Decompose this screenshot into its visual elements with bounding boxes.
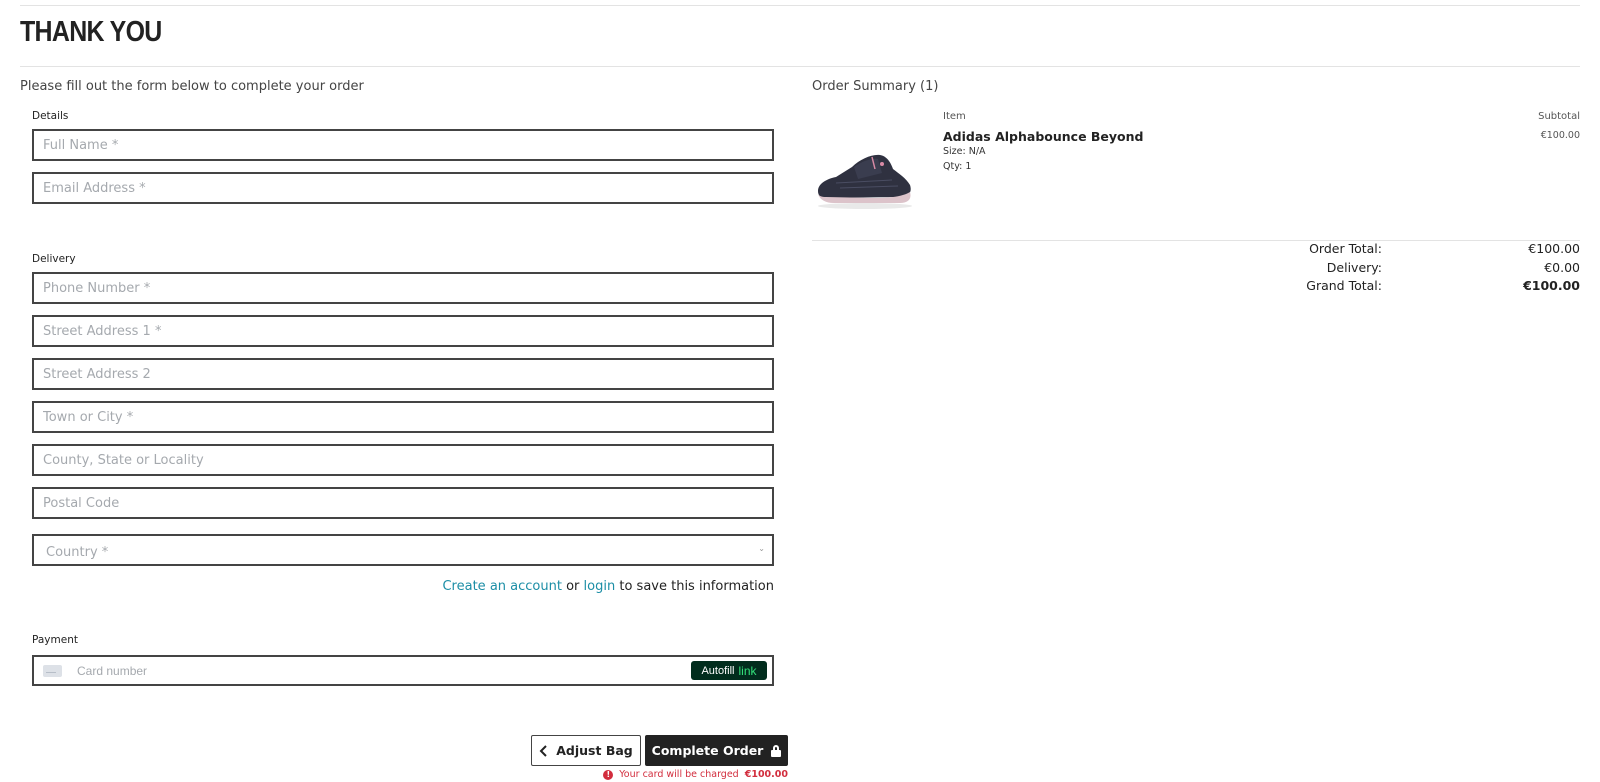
- order-total-label: Order Total:: [1309, 241, 1382, 256]
- order-total-value: €100.00: [1528, 241, 1580, 256]
- save-info-or: or: [566, 579, 580, 594]
- order-summary-title: Order Summary (1): [812, 79, 939, 94]
- create-account-link[interactable]: Create an account: [442, 579, 561, 594]
- email-field[interactable]: [32, 172, 774, 204]
- card-number-field[interactable]: Card number Autofill link: [32, 655, 774, 686]
- warning-icon: !: [603, 769, 614, 780]
- town-city-input[interactable]: [34, 403, 772, 431]
- phone-input[interactable]: [34, 274, 772, 302]
- page-title: THANK YOU: [20, 16, 162, 48]
- postal-code-input[interactable]: [34, 489, 772, 517]
- details-section-label: Details: [32, 110, 69, 122]
- charge-amount: €100.00: [744, 769, 788, 780]
- street-address-2-field[interactable]: [32, 358, 774, 390]
- top-divider: [20, 5, 1580, 6]
- complete-order-label: Complete Order: [651, 743, 764, 758]
- country-select[interactable]: Country * ⌄: [32, 534, 774, 566]
- street-address-2-input[interactable]: [34, 360, 772, 388]
- product-subtotal: €100.00: [1540, 130, 1580, 141]
- delivery-cost-label: Delivery:: [1326, 260, 1382, 275]
- product-quantity: Qty: 1: [943, 161, 972, 172]
- adjust-bag-label: Adjust Bag: [556, 743, 633, 758]
- phone-field[interactable]: [32, 272, 774, 304]
- save-info-suffix: to save this information: [619, 579, 774, 594]
- full-name-field[interactable]: [32, 129, 774, 161]
- street-address-1-field[interactable]: [32, 315, 774, 347]
- chevron-down-icon: ⌄: [758, 544, 765, 553]
- title-divider: [20, 66, 1580, 67]
- delivery-cost-value: €0.00: [1544, 260, 1580, 275]
- save-info-line: Create an account or login to save this …: [442, 579, 774, 594]
- email-input[interactable]: [34, 174, 772, 202]
- grand-total-label: Grand Total:: [1306, 278, 1382, 293]
- postal-code-field[interactable]: [32, 487, 774, 519]
- adjust-bag-button[interactable]: Adjust Bag: [531, 735, 641, 766]
- county-input[interactable]: [34, 446, 772, 474]
- login-link[interactable]: login: [584, 579, 616, 594]
- complete-order-button[interactable]: Complete Order: [645, 735, 788, 766]
- street-address-1-input[interactable]: [34, 317, 772, 345]
- lock-icon: [771, 744, 782, 757]
- country-select-value: Country *: [46, 545, 109, 560]
- card-number-placeholder: Card number: [77, 664, 148, 678]
- form-intro: Please fill out the form below to comple…: [20, 79, 364, 94]
- autofill-link-button[interactable]: Autofill link: [691, 661, 767, 680]
- chevron-left-icon: [539, 744, 547, 757]
- charge-note-text: Your card will be charged: [619, 769, 739, 780]
- autofill-label: Autofill: [701, 664, 735, 677]
- payment-section-label: Payment: [32, 634, 78, 646]
- summary-divider: [812, 240, 1580, 241]
- full-name-input[interactable]: [34, 131, 772, 159]
- product-image[interactable]: [814, 147, 916, 211]
- county-field[interactable]: [32, 444, 774, 476]
- grand-total-value: €100.00: [1523, 278, 1580, 293]
- delivery-section-label: Delivery: [32, 253, 76, 265]
- link-logo: link: [738, 663, 757, 678]
- item-column-header: Item: [943, 111, 966, 122]
- charge-notice: ! Your card will be charged €100.00: [603, 769, 788, 780]
- product-name[interactable]: Adidas Alphabounce Beyond: [943, 129, 1143, 144]
- credit-card-icon: [43, 665, 62, 677]
- product-size: Size: N/A: [943, 146, 986, 157]
- subtotal-column-header: Subtotal: [1538, 111, 1580, 122]
- town-city-field[interactable]: [32, 401, 774, 433]
